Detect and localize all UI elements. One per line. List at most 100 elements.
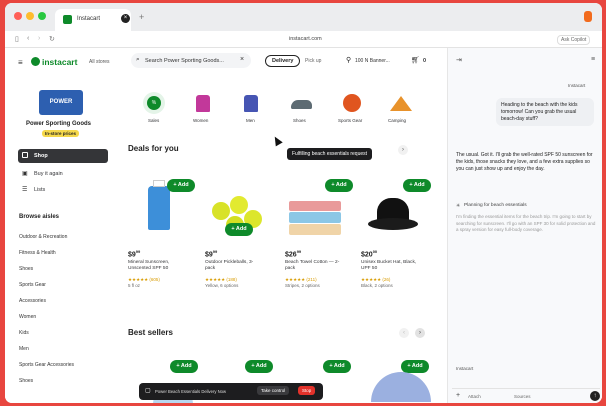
product-name: Unisex Bucket Hat, Black, UPF 50 [361, 260, 417, 271]
add-button[interactable]: + Add [245, 360, 273, 373]
minimize-window-button[interactable] [26, 12, 34, 20]
aisle-item[interactable]: Women [19, 314, 36, 320]
panel-menu-icon[interactable]: ≡ [591, 56, 595, 63]
add-button[interactable]: + Add [401, 360, 429, 373]
status-tooltip: Fulfilling beach essentials request [287, 148, 373, 160]
forward-icon[interactable]: › [38, 35, 40, 42]
aisle-item[interactable]: Shoes [19, 378, 33, 384]
category-row: % Sales Women Men Shoes Sports Gear Camp… [132, 92, 447, 130]
product-detail: 5 fl oz [128, 283, 141, 288]
umbrella-image [371, 372, 431, 402]
product-card[interactable]: + Add $999 Outdoor Pickleballs, 3-pack ★… [203, 176, 273, 288]
nav-lists[interactable]: Lists [34, 187, 45, 193]
product-detail: Yellow, 6 options [205, 283, 239, 288]
close-window-button[interactable] [14, 12, 22, 20]
reload-icon[interactable]: ↻ [49, 35, 55, 43]
assistant-reply: The usual. Got it. I'll grab the well-ra… [456, 152, 593, 172]
tab-instacart[interactable]: Instacart × [55, 9, 131, 31]
url-field[interactable]: instacart.com [289, 36, 322, 42]
delivery-toggle[interactable]: Delivery [265, 55, 301, 67]
shirt-icon [192, 92, 214, 114]
carousel-prev-icon[interactable]: ‹ [399, 328, 409, 338]
add-button[interactable]: + Add [403, 179, 431, 192]
back-icon[interactable]: ‹ [27, 35, 29, 42]
add-button[interactable]: + Add [323, 360, 351, 373]
shoe-icon [290, 92, 312, 114]
category-label: Sports Gear [338, 118, 363, 123]
nav-shop-label: Shop [34, 153, 48, 159]
assistant-label-top: Instacart [568, 83, 586, 88]
carousel-next-icon[interactable]: › [398, 145, 408, 155]
carousel-next-icon[interactable]: › [415, 328, 425, 338]
aisle-item[interactable]: Accessories [19, 298, 46, 304]
planning-icon: ✳ [456, 203, 461, 209]
aisle-item[interactable]: Outdoor & Recreation [19, 234, 67, 240]
product-card[interactable]: + Add $2000 Unisex Bucket Hat, Black, UP… [357, 176, 437, 288]
bucket-hat-image [368, 198, 418, 234]
cart-icon[interactable]: 🛒︎ [411, 56, 420, 64]
add-button[interactable]: + Add [325, 179, 353, 192]
aisle-item[interactable]: Men [19, 346, 29, 352]
maximize-window-button[interactable] [38, 12, 46, 20]
category-label: Women [193, 118, 209, 123]
search-input[interactable]: Search Power Sporting Goods... [145, 58, 224, 64]
cursor-icon [271, 134, 283, 147]
close-tab-icon[interactable]: × [121, 14, 130, 23]
collapse-panel-icon[interactable]: ⇥ [456, 56, 462, 64]
category-camping[interactable]: Camping [388, 92, 412, 123]
tab-bar: Instacart × + [5, 3, 602, 31]
category-label: Camping [388, 118, 407, 123]
buy-again-icon: ▣ [22, 171, 28, 177]
lists-icon: ☰ [22, 187, 28, 193]
aisle-item[interactable]: Sports Gear Accessories [19, 362, 74, 368]
assistant-panel: ⇥ ≡ Instacart Heading to the beach with … [447, 48, 602, 403]
product-price: $2000 [361, 249, 378, 259]
sidebar-toggle-icon[interactable]: ▯ [15, 35, 19, 43]
new-tab-icon[interactable]: + [139, 12, 144, 22]
assistant-label-bottom: Instacart [456, 366, 474, 371]
aisle-item[interactable]: Sports Gear [19, 282, 46, 288]
aisle-item[interactable]: Kids [19, 330, 29, 336]
add-icon[interactable]: + [456, 392, 460, 399]
send-icon[interactable]: ↑ [590, 391, 600, 401]
add-button[interactable]: + Add [225, 223, 253, 236]
category-women[interactable]: Women [192, 92, 214, 123]
take-control-button[interactable]: Take control [257, 386, 290, 395]
category-sales[interactable]: % Sales [143, 92, 165, 123]
category-sports-gear[interactable]: Sports Gear [338, 92, 363, 123]
nav-shop[interactable]: Shop [18, 149, 108, 163]
agent-icon: ▢ [145, 388, 151, 394]
product-card[interactable]: + Add $999 Mineral Sunscreen, Unscented … [125, 176, 195, 288]
browse-aisles-heading: Browse aisles [19, 214, 60, 220]
nav-buy-again[interactable]: Buy it again [34, 171, 63, 177]
search-bar[interactable]: ⌕ Search Power Sporting Goods... × [131, 53, 251, 68]
pickup-toggle[interactable]: Pick up [305, 58, 321, 64]
aisle-item[interactable]: Fitness & Health [19, 250, 56, 256]
planning-toggle[interactable]: Planning for beach essentials [464, 203, 527, 208]
planning-detail: I'm finding the essential items for the … [456, 214, 596, 232]
store-logo[interactable]: POWER [39, 90, 83, 115]
store-name[interactable]: Power Sporting Goods [26, 121, 91, 127]
category-label: Sales [148, 118, 160, 123]
stop-button[interactable]: Stop [298, 386, 316, 395]
aisle-item[interactable]: Shoes [19, 266, 33, 272]
menu-icon[interactable]: ≡ [18, 58, 23, 67]
category-shoes[interactable]: Shoes [290, 92, 312, 123]
add-button[interactable]: + Add [167, 179, 195, 192]
copilot-pill[interactable]: Ask Copilot [557, 35, 591, 45]
add-button[interactable]: + Add [170, 360, 198, 373]
address-selector[interactable]: 100 N Banner... [355, 58, 390, 64]
product-card[interactable]: + Add $2699 Beach Towel Cotton — 2-pack … [281, 176, 353, 288]
sources-button[interactable]: Sources [514, 394, 531, 399]
browser-window: Instacart × + ▯ ‹ › ↻ instacart.com Ask … [5, 3, 602, 403]
clear-search-icon[interactable]: × [240, 56, 244, 63]
all-stores-link[interactable]: All stores [89, 59, 110, 65]
product-price: $999 [205, 249, 218, 259]
category-men[interactable]: Men [240, 92, 262, 123]
profile-icon[interactable] [584, 11, 592, 22]
instacart-logo-text[interactable]: instacart [42, 57, 77, 67]
tab-title: Instacart [77, 16, 101, 22]
attach-button[interactable]: Attach [468, 394, 481, 399]
category-label: Shoes [293, 118, 306, 123]
agent-status-text: Power Beach Essentials Delivery Now [155, 389, 226, 394]
